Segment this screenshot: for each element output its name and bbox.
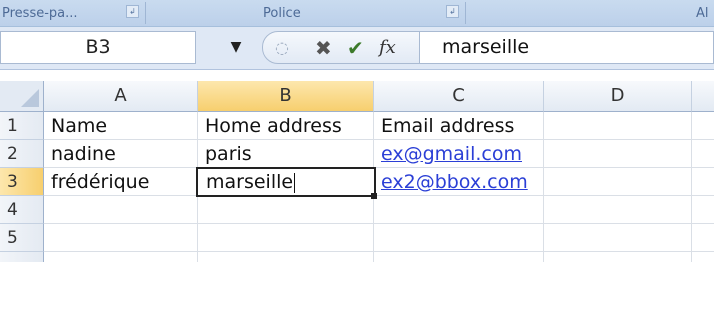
cell-e6[interactable] xyxy=(692,252,714,262)
cell-d2[interactable] xyxy=(544,140,692,168)
column-header-e[interactable] xyxy=(692,81,714,112)
cell-b6[interactable] xyxy=(198,252,374,262)
alignment-group-label: Al xyxy=(696,6,709,21)
cell-a1[interactable]: Name xyxy=(44,112,198,140)
cell-b3-active[interactable]: marseille xyxy=(196,167,376,197)
cancel-icon[interactable]: ✖ xyxy=(315,35,332,61)
cell-c5[interactable] xyxy=(374,224,544,252)
cell-e4[interactable] xyxy=(692,196,714,224)
cell-d3[interactable] xyxy=(544,168,692,196)
cell-c3-email-link[interactable]: ex2@bbox.com xyxy=(374,168,544,196)
clipboard-group-label: Presse-pa... xyxy=(2,6,78,21)
row-header-2[interactable]: 2 xyxy=(0,140,44,168)
enter-icon[interactable]: ✔ xyxy=(347,35,364,61)
cell-c4[interactable] xyxy=(374,196,544,224)
column-header-b[interactable]: B xyxy=(198,81,374,112)
insert-function-icon[interactable]: fx xyxy=(379,35,396,61)
font-dialog-launcher-icon[interactable]: ↲ xyxy=(446,5,459,18)
cell-d5[interactable] xyxy=(544,224,692,252)
row-header-4[interactable]: 4 xyxy=(0,196,44,224)
cell-b2[interactable]: paris xyxy=(198,140,374,168)
text-caret xyxy=(294,172,296,193)
clipboard-dialog-launcher-icon[interactable]: ↲ xyxy=(126,5,139,18)
ribbon-group-labels: Presse-pa... ↲ Police ↲ Al xyxy=(0,0,714,27)
cell-c1[interactable]: Email address xyxy=(374,112,544,140)
row-header-1[interactable]: 1 xyxy=(0,112,44,140)
cell-d6[interactable] xyxy=(544,252,692,262)
cell-c2-email-link[interactable]: ex@gmail.com xyxy=(374,140,544,168)
cell-c6[interactable] xyxy=(374,252,544,262)
column-header-c[interactable]: C xyxy=(374,81,544,112)
formula-buttons: ◌ ✖ ✔ fx xyxy=(262,31,420,64)
formula-bar-handle-icon: ◌ xyxy=(275,38,289,57)
chevron-down-icon[interactable]: ▼ xyxy=(224,35,248,59)
row-header-6[interactable] xyxy=(0,252,44,262)
cell-e1[interactable] xyxy=(692,112,714,140)
formula-input[interactable]: marseille xyxy=(420,31,714,64)
name-box[interactable]: B3 xyxy=(0,31,196,64)
column-header-a[interactable]: A xyxy=(44,81,198,112)
row-header-5[interactable]: 5 xyxy=(0,224,44,252)
cell-a6[interactable] xyxy=(44,252,198,262)
font-group-label: Police xyxy=(263,6,301,21)
select-all-button[interactable] xyxy=(0,81,44,112)
row-header-3[interactable]: 3 xyxy=(0,168,44,196)
cell-b4[interactable] xyxy=(198,196,374,224)
cell-a2[interactable]: nadine xyxy=(44,140,198,168)
cell-d4[interactable] xyxy=(544,196,692,224)
cell-d1[interactable] xyxy=(544,112,692,140)
cell-b3-edit-text: marseille xyxy=(206,171,294,193)
cell-b5[interactable] xyxy=(198,224,374,252)
column-header-d[interactable]: D xyxy=(544,81,692,112)
cell-e2[interactable] xyxy=(692,140,714,168)
cell-e5[interactable] xyxy=(692,224,714,252)
cell-a4[interactable] xyxy=(44,196,198,224)
cell-a3[interactable]: frédérique xyxy=(44,168,198,196)
ribbon-separator xyxy=(465,2,466,24)
cell-e3[interactable] xyxy=(692,168,714,196)
fill-handle[interactable] xyxy=(371,193,377,199)
cell-a5[interactable] xyxy=(44,224,198,252)
ribbon-separator xyxy=(145,2,146,24)
cell-b1[interactable]: Home address xyxy=(198,112,374,140)
formula-bar: B3 ▼ ◌ ✖ ✔ fx marseille xyxy=(0,27,714,70)
